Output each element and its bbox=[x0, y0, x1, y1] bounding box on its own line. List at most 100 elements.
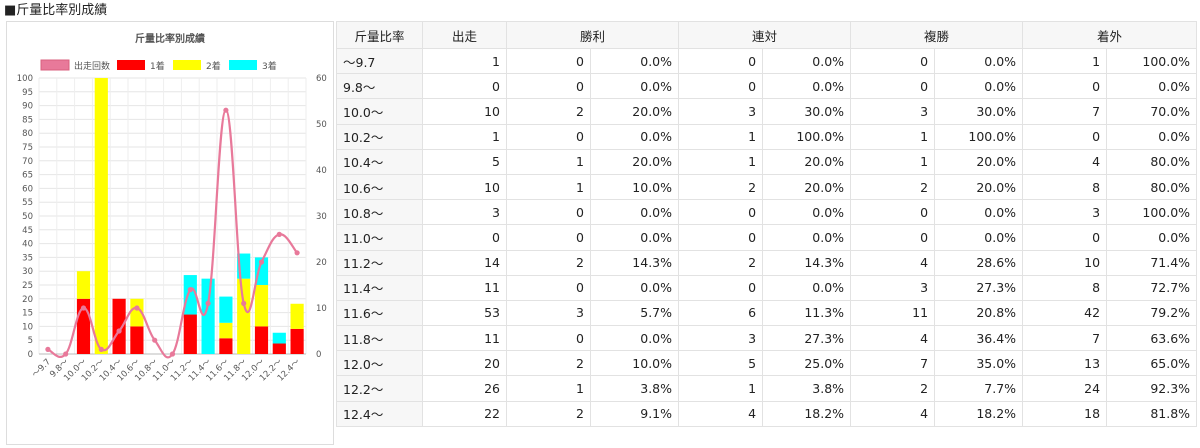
table-cell: 0.0% bbox=[934, 224, 1024, 251]
starts-point bbox=[241, 300, 247, 306]
y-left-tick-label: 95 bbox=[22, 88, 33, 98]
y-left-tick-label: 50 bbox=[22, 212, 33, 222]
chart-panel: 斤量比率別成績 出走回数 1着 2着 3着 0 5 10 15 20 25 30 35 40 45 50 55 6… bbox=[6, 21, 334, 445]
table-cell: 100.0% bbox=[1106, 199, 1198, 226]
bar-1着 bbox=[219, 338, 233, 354]
y-left-tick-label: 45 bbox=[22, 226, 33, 236]
table-cell: 1 bbox=[678, 375, 764, 402]
bar-2着 bbox=[94, 78, 108, 354]
table-cell: 80.0% bbox=[1106, 148, 1198, 175]
table-cell: 0 bbox=[850, 47, 936, 75]
table-cell: 2 bbox=[850, 375, 936, 402]
table-cell: 0.0% bbox=[934, 73, 1024, 100]
bar-3着 bbox=[219, 296, 233, 323]
table-cell: 0.0% bbox=[1106, 224, 1198, 251]
starts-point bbox=[276, 231, 282, 237]
table-cell: 2 bbox=[506, 249, 591, 276]
row-label: 11.4〜 bbox=[336, 274, 423, 301]
row-label: 〜9.7 bbox=[336, 47, 423, 75]
table-cell: 0.0% bbox=[762, 47, 852, 75]
table-cell: 0 bbox=[1022, 73, 1108, 100]
row-label: 11.0〜 bbox=[336, 224, 423, 251]
starts-point bbox=[63, 351, 69, 357]
y-left-tick-label: 90 bbox=[22, 102, 33, 112]
table-cell: 18.2% bbox=[762, 400, 852, 427]
table-row: 9.8〜 0 0 0.0% 0 0.0% 0 0.0% 0 0.0% bbox=[336, 73, 1198, 100]
table-cell: 65.0% bbox=[1106, 350, 1198, 377]
legend-swatch bbox=[117, 60, 145, 70]
table-cell: 20.0% bbox=[762, 148, 852, 175]
y-left-tick-label: 15 bbox=[22, 309, 33, 319]
table-cell: 8 bbox=[1022, 173, 1108, 201]
table-cell: 0.0% bbox=[589, 123, 680, 150]
y-right-tick-label: 40 bbox=[316, 166, 327, 176]
table-cell: 2 bbox=[850, 173, 936, 201]
starts-point bbox=[45, 346, 51, 352]
x-tick-label: 〜9.7 bbox=[30, 357, 53, 380]
table-row: 〜9.7 1 0 0.0% 0 0.0% 0 0.0% 1 100.0% bbox=[336, 47, 1198, 75]
y-left-tick-label: 100 bbox=[17, 74, 33, 84]
table-cell: 1 bbox=[506, 148, 591, 175]
table-cell: 3.8% bbox=[762, 375, 852, 402]
table-row: 11.8〜 11 0 0.0% 3 27.3% 4 36.4% 7 63.6% bbox=[336, 325, 1198, 352]
table-cell: 0.0% bbox=[589, 47, 680, 75]
starts-point bbox=[134, 305, 140, 311]
table-cell: 20.0% bbox=[934, 148, 1024, 175]
y-left-tick-label: 75 bbox=[22, 143, 33, 153]
table-cell: 0.0% bbox=[762, 73, 852, 100]
starts-point bbox=[169, 351, 176, 357]
starts-point bbox=[223, 107, 229, 113]
y-right-tick-label: 60 bbox=[316, 74, 327, 84]
table-cell: 0 bbox=[506, 47, 591, 75]
table-cell: 2 bbox=[506, 98, 591, 125]
table-cell: 22 bbox=[422, 400, 507, 427]
starts-point bbox=[116, 328, 122, 334]
legend-swatch bbox=[229, 60, 257, 70]
table-cell: 18.2% bbox=[934, 400, 1024, 427]
table-cell: 35.0% bbox=[934, 350, 1024, 377]
table-cell: 0.0% bbox=[1106, 73, 1198, 100]
table-cell: 20.0% bbox=[589, 148, 680, 175]
bar-2着 bbox=[76, 271, 91, 299]
table-cell: 27.3% bbox=[934, 274, 1024, 301]
y-left-tick-label: 80 bbox=[22, 129, 33, 139]
y-right-tick-label: 30 bbox=[316, 212, 327, 222]
table-cell: 92.3% bbox=[1106, 375, 1198, 402]
table-cell: 0 bbox=[422, 224, 507, 251]
table-cell: 70.0% bbox=[1106, 98, 1198, 125]
table-cell: 0.0% bbox=[762, 199, 852, 226]
table-cell: 11 bbox=[850, 299, 936, 327]
table-cell: 1 bbox=[678, 123, 764, 150]
table-cell: 7 bbox=[1022, 325, 1108, 352]
table-cell: 0 bbox=[678, 47, 764, 75]
table-cell: 0 bbox=[1022, 224, 1108, 251]
table-cell: 0 bbox=[678, 224, 764, 251]
table-cell: 4 bbox=[1022, 148, 1108, 175]
table-cell: 0 bbox=[678, 199, 764, 226]
table-cell: 14.3% bbox=[589, 249, 680, 276]
table-cell: 3 bbox=[422, 199, 507, 226]
starts-point bbox=[258, 259, 265, 265]
table-cell: 0 bbox=[422, 73, 507, 100]
table-cell: 3 bbox=[678, 325, 764, 352]
table-cell: 1 bbox=[422, 123, 507, 150]
table-cell: 0.0% bbox=[589, 274, 680, 301]
table-cell: 20.8% bbox=[934, 299, 1024, 327]
table-cell: 25.0% bbox=[762, 350, 852, 377]
table-cell: 0.0% bbox=[762, 274, 852, 301]
table-cell: 5 bbox=[422, 148, 507, 175]
table-cell: 4 bbox=[678, 400, 764, 427]
table-row: 12.4〜 22 2 9.1% 4 18.2% 4 18.2% 18 81.8% bbox=[336, 400, 1198, 427]
table-row: 11.4〜 11 0 0.0% 0 0.0% 3 27.3% 8 72.7% bbox=[336, 274, 1198, 301]
table-cell: 3 bbox=[678, 98, 764, 125]
table-cell: 20.0% bbox=[934, 173, 1024, 201]
table-cell: 26 bbox=[422, 375, 507, 402]
table-row: 10.6〜 10 1 10.0% 2 20.0% 2 20.0% 8 80.0% bbox=[336, 173, 1198, 201]
bar-1着 bbox=[272, 343, 286, 354]
y-right-tick-label: 10 bbox=[316, 304, 327, 314]
bar-2着 bbox=[290, 303, 304, 329]
starts-point bbox=[98, 346, 104, 352]
table-cell: 80.0% bbox=[1106, 173, 1198, 201]
table-cell: 9.1% bbox=[589, 400, 680, 427]
y-left-tick-label: 60 bbox=[22, 184, 33, 194]
